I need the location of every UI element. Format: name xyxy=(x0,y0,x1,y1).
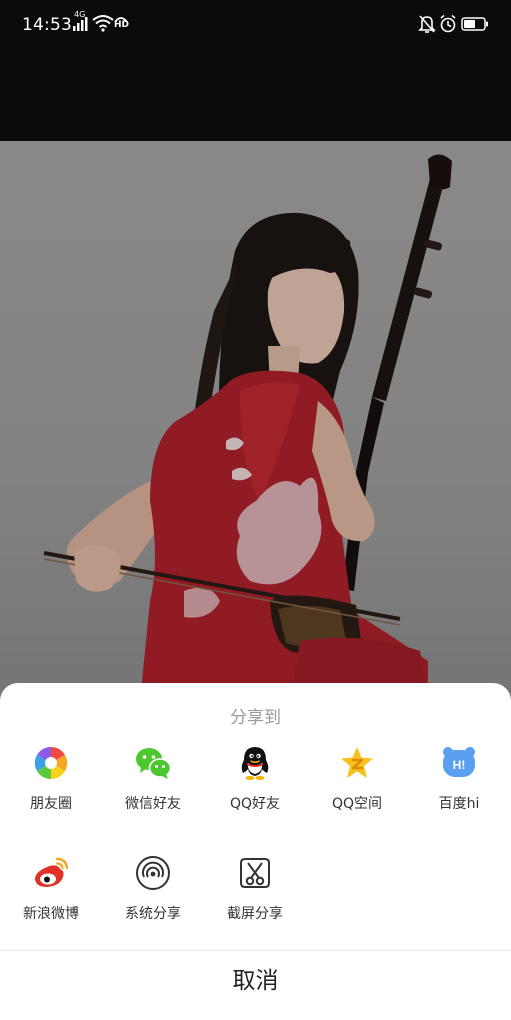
share-label: 百度hi xyxy=(438,796,480,812)
share-item-system-share[interactable]: 系统分享 xyxy=(102,855,204,945)
shared-photo xyxy=(0,141,511,701)
share-item-moments[interactable]: 朋友圈 xyxy=(0,745,102,835)
share-item-wechat[interactable]: 微信好友 xyxy=(102,745,204,835)
share-item-screenshot-share[interactable]: 截屏分享 xyxy=(204,855,306,945)
photo-dim-overlay xyxy=(0,141,511,701)
share-item-weibo[interactable]: 新浪微博 xyxy=(0,855,102,945)
qq-icon xyxy=(241,747,269,780)
wechat-icon xyxy=(136,748,171,779)
share-item-baidu-hi[interactable]: H! 百度hi xyxy=(408,745,510,835)
hd-label: HD xyxy=(114,20,130,30)
wifi-icon xyxy=(92,15,114,32)
battery-icon xyxy=(461,17,488,31)
share-label: 新浪微博 xyxy=(23,906,79,922)
mute-bell-icon xyxy=(418,15,436,33)
share-label: QQ空间 xyxy=(331,796,383,812)
screen: 14:53 4G HD 分享到 朋友圈 微信好友 QQ好友 QQ空间 H! 百度… xyxy=(0,0,511,1020)
baidu-hi-icon: H! xyxy=(443,747,475,777)
cancel-button[interactable]: 取消 xyxy=(0,951,511,1020)
share-label: 系统分享 xyxy=(125,906,181,922)
system-share-icon xyxy=(136,856,170,890)
share-label: QQ好友 xyxy=(229,796,281,812)
moments-icon xyxy=(34,746,68,780)
alarm-icon xyxy=(440,14,456,33)
weibo-icon xyxy=(35,857,69,887)
share-label: 朋友圈 xyxy=(30,796,72,812)
signal-icon xyxy=(73,17,88,31)
status-bar: 14:53 4G HD xyxy=(0,0,511,52)
qzone-icon xyxy=(341,747,373,778)
screenshot-share-icon xyxy=(240,858,270,888)
share-sheet: 分享到 朋友圈 微信好友 QQ好友 QQ空间 H! 百度hi 新浪微博 系统分享… xyxy=(0,683,511,1020)
svg-text:H!: H! xyxy=(453,758,466,772)
status-time: 14:53 xyxy=(22,15,72,35)
share-item-qzone[interactable]: QQ空间 xyxy=(306,745,408,835)
share-label: 微信好友 xyxy=(125,796,181,812)
share-item-qq[interactable]: QQ好友 xyxy=(204,745,306,835)
share-label: 截屏分享 xyxy=(227,906,283,922)
share-sheet-title: 分享到 xyxy=(230,708,281,728)
